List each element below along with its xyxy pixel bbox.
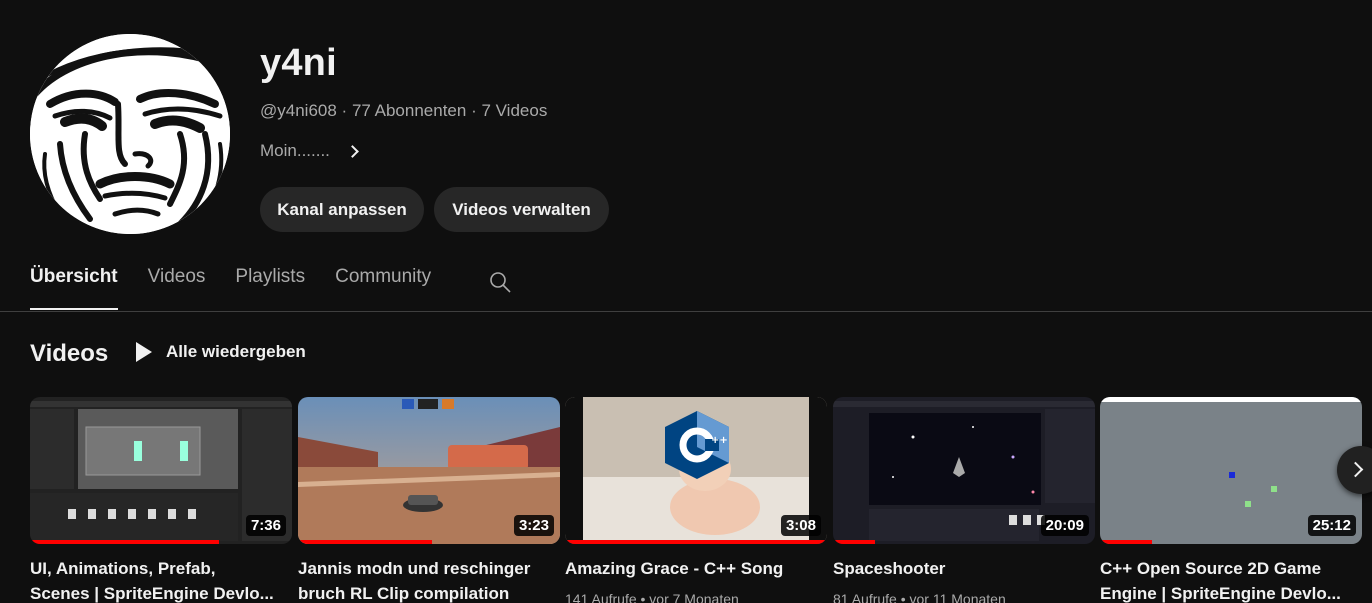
- video-thumbnail[interactable]: ++ 3:08: [565, 397, 827, 544]
- video-title[interactable]: Jannis modn und reschinger bruch RL Clip…: [298, 556, 548, 603]
- video-thumbnail[interactable]: 3:23: [298, 397, 560, 544]
- subscriber-count: 77 Abonnenten: [351, 101, 467, 120]
- tab-overview[interactable]: Übersicht: [30, 266, 118, 310]
- video-title[interactable]: UI, Animations, Prefab, Scenes | SpriteE…: [30, 556, 280, 603]
- channel-meta: @y4ni608 · 77 Abonnenten · 7 Videos: [260, 101, 547, 121]
- video-count: 7 Videos: [481, 101, 548, 120]
- video-duration: 3:08: [780, 515, 821, 536]
- customize-channel-button[interactable]: Kanal anpassen: [260, 187, 424, 232]
- chevron-right-icon: [1347, 461, 1364, 478]
- video-title-line: Spaceshooter: [833, 559, 946, 578]
- channel-tabs: Übersicht Videos Playlists Community: [30, 266, 431, 310]
- svg-text:++: ++: [711, 435, 728, 446]
- video-title-line: Jannis modn und reschinger: [298, 559, 531, 578]
- watch-progress: [30, 540, 219, 544]
- channel-handle: @y4ni608: [260, 101, 337, 120]
- channel-avatar[interactable]: [30, 34, 230, 234]
- watch-progress: [298, 540, 432, 544]
- video-title-line: Scenes | SpriteEngine Devlo...: [30, 584, 274, 603]
- video-meta: 141 Aufrufe • vor 7 Monaten: [565, 591, 739, 603]
- tab-community[interactable]: Community: [335, 266, 431, 310]
- section-title: Videos: [30, 340, 109, 367]
- video-duration: 7:36: [245, 515, 286, 536]
- channel-description[interactable]: Moin.......: [260, 141, 359, 161]
- video-title-line: Engine | SpriteEngine Devlo...: [1100, 584, 1341, 603]
- video-thumbnail[interactable]: 7:36: [30, 397, 292, 544]
- watch-progress: [1100, 540, 1153, 544]
- channel-description-text: Moin.......: [260, 141, 330, 160]
- video-title-line: UI, Animations, Prefab,: [30, 559, 216, 578]
- avatar-face-image: [30, 34, 230, 234]
- video-title-line: C++ Open Source 2D Game: [1100, 559, 1322, 578]
- meta-separator: ·: [471, 101, 482, 120]
- video-meta: 81 Aufrufe • vor 11 Monaten: [833, 591, 1006, 603]
- video-title[interactable]: Spaceshooter: [833, 556, 1083, 581]
- watch-progress: [833, 540, 875, 544]
- play-all-label: Alle wiedergeben: [166, 342, 306, 361]
- video-title-line: Amazing Grace - C++ Song: [565, 559, 784, 578]
- chevron-right-icon: [346, 144, 359, 158]
- video-duration: 25:12: [1307, 515, 1356, 536]
- play-icon: [136, 342, 152, 362]
- video-title[interactable]: Amazing Grace - C++ Song: [565, 556, 815, 581]
- tab-videos[interactable]: Videos: [148, 266, 206, 310]
- channel-name: y4ni: [260, 42, 337, 84]
- video-duration: 20:09: [1040, 515, 1089, 536]
- search-icon[interactable]: [488, 270, 512, 294]
- play-all-button[interactable]: Alle wiedergeben: [136, 342, 306, 362]
- tab-playlists[interactable]: Playlists: [235, 266, 305, 310]
- video-thumbnail[interactable]: 20:09: [833, 397, 1095, 544]
- video-duration: 3:23: [513, 515, 554, 536]
- manage-videos-button[interactable]: Videos verwalten: [434, 187, 609, 232]
- watch-progress: [565, 540, 827, 544]
- video-title-line: bruch RL Clip compilation: [298, 584, 510, 603]
- video-title[interactable]: C++ Open Source 2D Game Engine | SpriteE…: [1100, 556, 1350, 603]
- video-thumbnail[interactable]: 25:12: [1100, 397, 1362, 544]
- meta-separator: ·: [341, 101, 352, 120]
- tabs-divider: [0, 311, 1372, 312]
